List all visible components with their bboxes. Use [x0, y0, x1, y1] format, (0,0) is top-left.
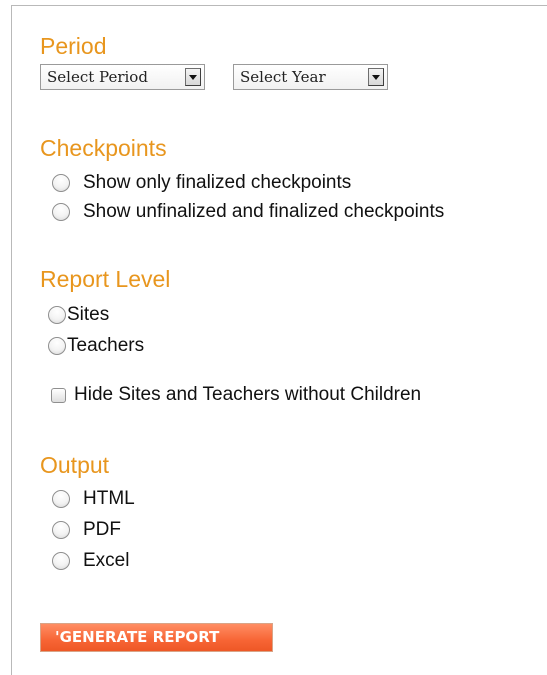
- hide-empty-checkbox[interactable]: [51, 387, 66, 403]
- option-label: Excel: [83, 550, 130, 571]
- radio-button[interactable]: [52, 552, 70, 570]
- output-option-excel[interactable]: Excel: [52, 549, 129, 573]
- option-label: Hide Sites and Teachers without Children: [74, 384, 422, 405]
- period-select[interactable]: Select Period: [40, 64, 205, 90]
- option-label: Show unfinalized and finalized checkpoin…: [83, 201, 445, 222]
- report-level-heading: Report Level: [40, 266, 171, 292]
- report-level-option-teachers[interactable]: Teachers: [48, 334, 144, 358]
- radio-button[interactable]: [52, 521, 70, 539]
- output-option-pdf[interactable]: PDF: [52, 518, 121, 542]
- output-heading: Output: [40, 452, 110, 478]
- checkpoint-option-all[interactable]: Show unfinalized and finalized checkpoin…: [52, 200, 444, 224]
- radio-button[interactable]: [48, 306, 66, 324]
- radio-button[interactable]: [52, 203, 70, 221]
- option-label: Teachers: [67, 335, 145, 356]
- option-label: Show only finalized checkpoints: [83, 172, 352, 193]
- chevron-down-icon: [185, 68, 201, 86]
- option-label: Sites: [67, 304, 110, 325]
- output-option-html[interactable]: HTML: [52, 487, 135, 511]
- period-select-value: Select Period: [47, 68, 148, 86]
- checkpoint-option-finalized[interactable]: Show only finalized checkpoints: [52, 171, 351, 195]
- generate-report-button[interactable]: 'GENERATE REPORT: [40, 623, 273, 652]
- radio-button[interactable]: [52, 490, 70, 508]
- period-heading: Period: [40, 33, 107, 59]
- year-select-value: Select Year: [240, 68, 326, 86]
- year-select[interactable]: Select Year: [233, 64, 388, 90]
- option-label: PDF: [83, 519, 121, 540]
- radio-button[interactable]: [52, 174, 70, 192]
- checkpoints-heading: Checkpoints: [40, 135, 167, 161]
- option-label: HTML: [83, 488, 135, 509]
- hide-empty-checkbox-row[interactable]: Hide Sites and Teachers without Children: [51, 383, 421, 407]
- radio-button[interactable]: [48, 337, 66, 355]
- chevron-down-icon: [368, 68, 384, 86]
- report-level-option-sites[interactable]: Sites: [48, 303, 109, 327]
